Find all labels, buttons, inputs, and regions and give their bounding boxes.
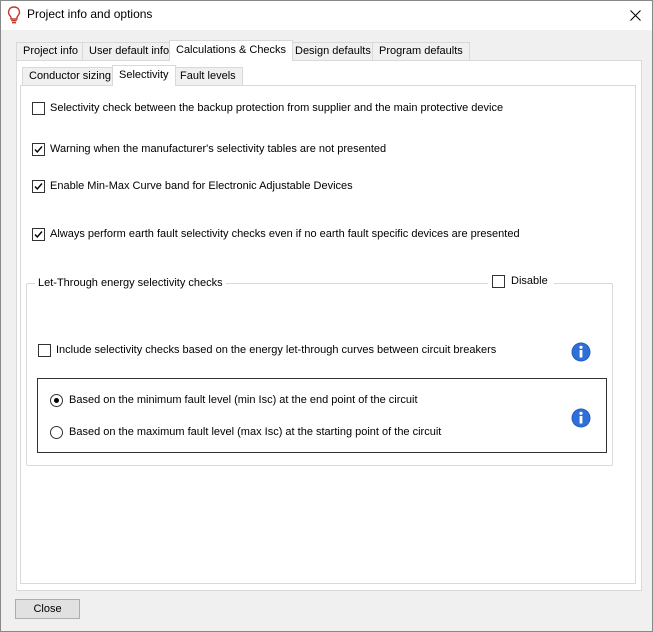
tab-design-defaults[interactable]: Design defaults xyxy=(288,42,378,60)
lightbulb-icon xyxy=(7,6,21,24)
backup-selectivity-label: Selectivity check between the backup pro… xyxy=(50,102,504,114)
info-icon[interactable] xyxy=(571,342,591,362)
tab-project-info[interactable]: Project info xyxy=(16,42,86,60)
close-icon xyxy=(629,10,641,21)
tab-fault-levels[interactable]: Fault levels xyxy=(173,67,243,85)
window-title: Project info and options xyxy=(27,7,153,21)
manufacturer-tables-warning-label: Warning when the manufacturer's selectiv… xyxy=(50,143,387,155)
close-button[interactable]: Close xyxy=(15,599,80,619)
earth-fault-selectivity-checkbox[interactable] xyxy=(32,228,45,241)
disable-label: Disable xyxy=(511,275,548,287)
window-close-button[interactable] xyxy=(618,1,652,30)
radio-selected-dot xyxy=(54,398,59,403)
max-fault-level-label: Based on the maximum fault level (max Is… xyxy=(69,426,442,438)
letthrough-group-title: Let-Through energy selectivity checks xyxy=(35,277,226,289)
earth-fault-selectivity-label: Always perform earth fault selectivity c… xyxy=(50,228,520,240)
min-max-curve-checkbox[interactable] xyxy=(32,180,45,193)
tab-conductor-sizing[interactable]: Conductor sizing xyxy=(22,67,118,85)
tab-program-defaults[interactable]: Program defaults xyxy=(372,42,470,60)
include-letthrough-checkbox[interactable] xyxy=(38,344,51,357)
checkmark-icon xyxy=(34,146,43,154)
info-icon[interactable] xyxy=(571,408,591,428)
fault-level-options-box xyxy=(37,378,607,453)
checkmark-icon xyxy=(34,231,43,239)
backup-selectivity-checkbox[interactable] xyxy=(32,102,45,115)
options-dialog: Project info and options Project info Us… xyxy=(0,0,653,632)
min-max-curve-label: Enable Min-Max Curve band for Electronic… xyxy=(50,180,353,192)
min-fault-level-label: Based on the minimum fault level (min Is… xyxy=(69,394,418,406)
disable-checkbox[interactable] xyxy=(492,275,505,288)
tab-user-default-info[interactable]: User default info xyxy=(82,42,177,60)
disable-option: Disable xyxy=(488,274,554,290)
manufacturer-tables-warning-checkbox[interactable] xyxy=(32,143,45,156)
checkmark-icon xyxy=(34,183,43,191)
title-bar: Project info and options xyxy=(1,1,652,30)
tab-calculations-checks[interactable]: Calculations & Checks xyxy=(169,40,294,61)
min-fault-level-radio[interactable] xyxy=(50,394,63,407)
include-letthrough-label: Include selectivity checks based on the … xyxy=(56,344,497,356)
tab-selectivity[interactable]: Selectivity xyxy=(112,65,176,86)
max-fault-level-radio[interactable] xyxy=(50,426,63,439)
